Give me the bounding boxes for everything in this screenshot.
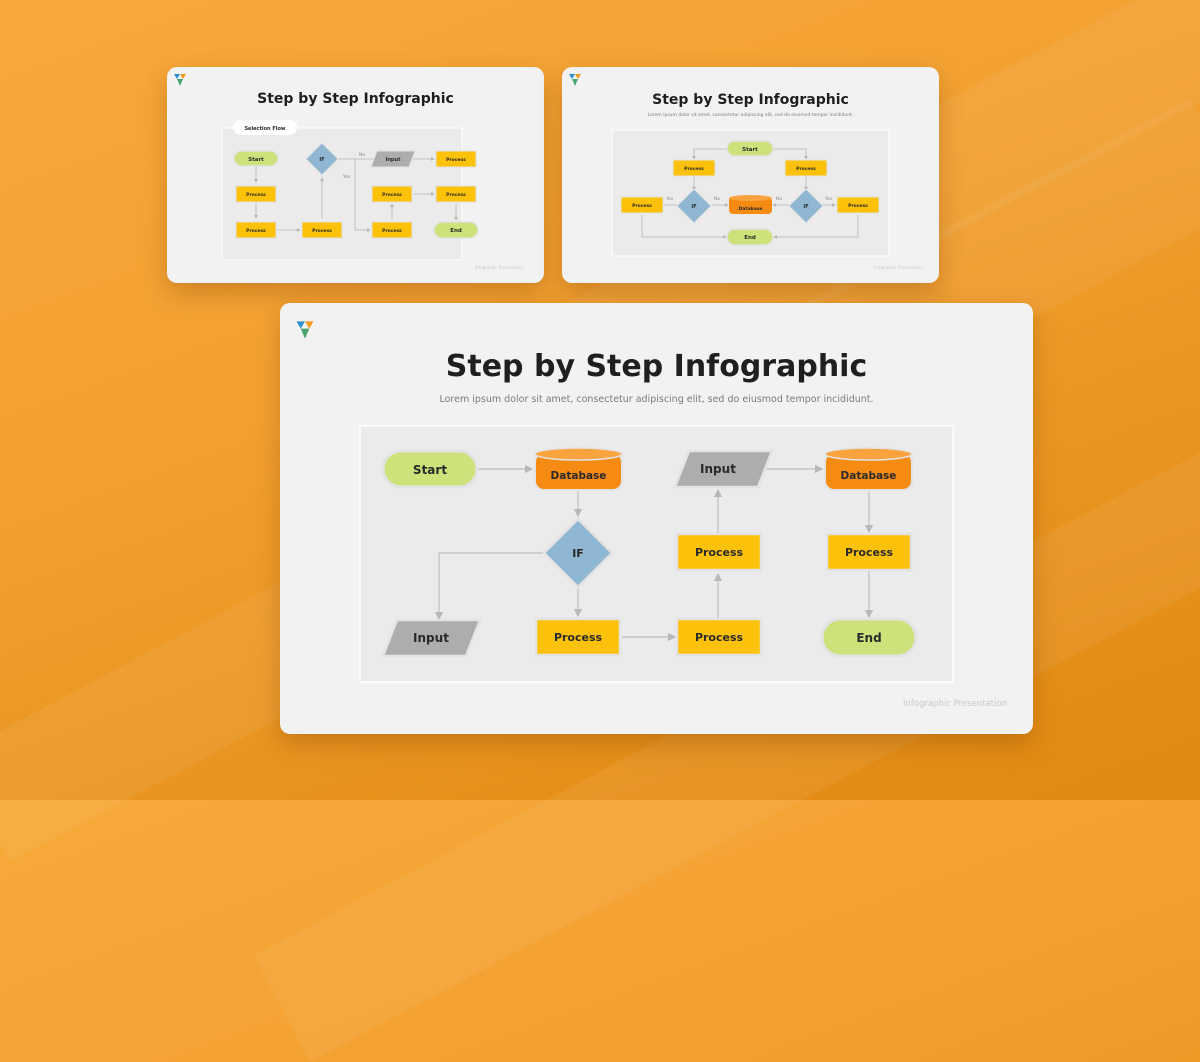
edge-label-no: No [359,152,365,158]
process-label: Process [796,166,816,172]
decision-label: IF [319,157,324,163]
process-label: Process [382,228,402,234]
start-label: Start [413,463,447,477]
database-label: Database [841,470,897,482]
edge-label-yes: Yes [665,196,674,202]
process-label: Process [684,166,704,172]
flowchart: No Yes Start Process Process Process IF … [221,120,479,261]
end-label: End [450,228,462,234]
edge-label-yes: Yes [342,174,351,180]
slide-main[interactable]: Step by Step Infographic Lorem ipsum dol… [280,303,1033,734]
slide-footer: Infographic Presentation [903,699,1008,709]
start-label: Start [248,157,264,163]
process-label: Process [246,228,266,234]
process-label: Process [554,631,603,644]
start-label: Start [742,147,758,153]
decision-label: IF [691,204,696,210]
database-label: Database [739,206,763,212]
database-top [824,447,913,461]
selection-flow-label: Selection Flow [244,126,285,132]
process-label: Process [446,157,466,163]
process-label: Process [695,631,744,644]
decision-label: IF [572,547,584,560]
input-label: Input [700,462,736,476]
slide-thumbnail-2[interactable]: Step by Step Infographic Lorem ipsum dol… [562,67,939,283]
flowchart: Yes No No Yes Start Process Process Proc… [611,129,890,257]
end-label: End [856,631,881,645]
database-top [729,195,772,201]
input-label: Input [413,631,449,645]
edge-label-yes: Yes [824,196,833,202]
flowchart: Start Database IF Input Process Process … [359,425,954,683]
edge-label-no: No [714,196,720,202]
slide-footer: Infographic Presentation [874,265,923,270]
process-label: Process [446,192,466,198]
database-label: Database [551,470,607,482]
process-label: Process [848,203,868,209]
process-label: Process [695,546,744,559]
process-label: Process [246,192,266,198]
decision-label: IF [803,204,808,210]
edge-label-no: No [776,196,782,202]
slide-thumbnail-1[interactable]: Step by Step Infographic No Yes Start Pr… [167,67,544,283]
process-label: Process [845,546,894,559]
database-top [534,447,623,461]
process-label: Process [382,192,402,198]
input-label: Input [386,157,402,163]
process-label: Process [312,228,332,234]
process-label: Process [632,203,652,209]
end-label: End [744,235,756,241]
slide-footer: Infographic Presentation [475,265,524,270]
